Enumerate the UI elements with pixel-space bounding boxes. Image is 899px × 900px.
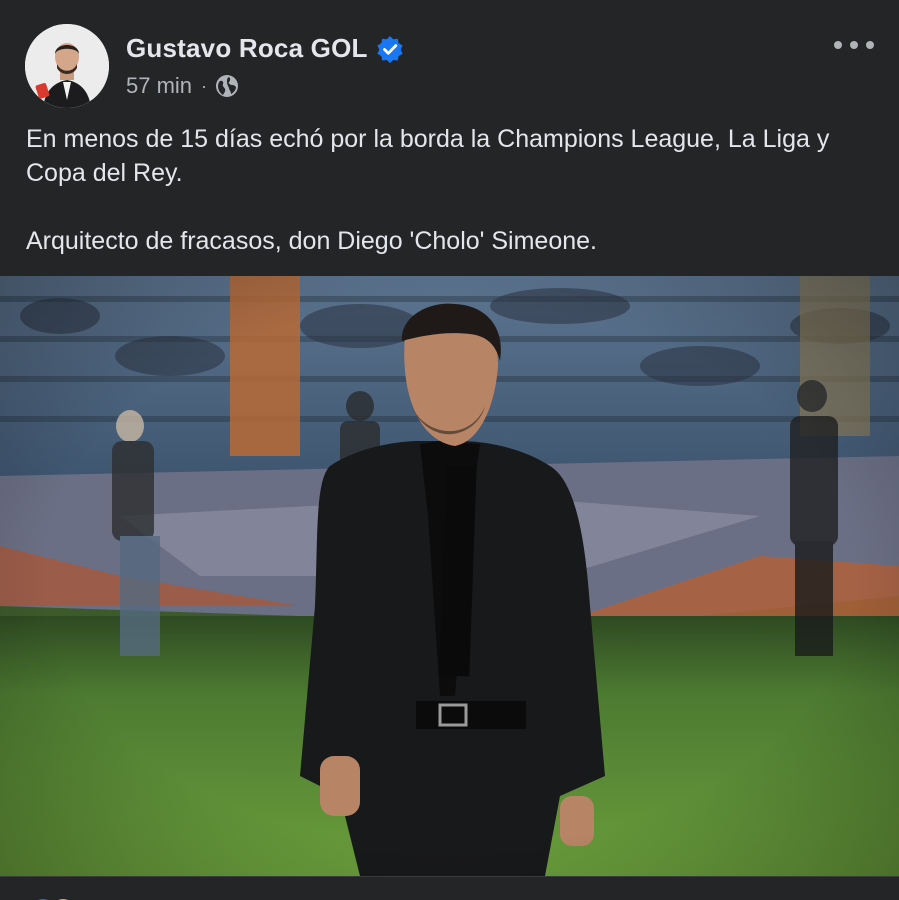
more-options-button[interactable] [834, 36, 874, 54]
more-options-dot [850, 41, 858, 49]
more-options-dot [834, 41, 842, 49]
post-timestamp[interactable]: 57 min [126, 73, 192, 99]
post-photo[interactable] [0, 276, 899, 876]
author-avatar[interactable] [25, 24, 109, 108]
photo-image [0, 276, 899, 876]
post-paragraph: En menos de 15 días echó por la borda la… [26, 125, 830, 187]
post-paragraph: Arquitecto de fracasos, don Diego 'Cholo… [26, 227, 597, 255]
avatar-image [25, 24, 109, 108]
meta-separator: · [201, 75, 208, 96]
facebook-post: Gustavo Roca GOL 57 min · En menos de 15… [0, 0, 899, 900]
globe-icon[interactable] [215, 74, 239, 98]
post-text: En menos de 15 días echó por la borda la… [26, 122, 876, 258]
post-header: Gustavo Roca GOL 57 min · [0, 0, 899, 112]
post-footer [0, 876, 899, 900]
more-options-dot [866, 41, 874, 49]
author-name[interactable]: Gustavo Roca GOL [126, 33, 368, 64]
post-meta: 57 min · [126, 72, 239, 100]
verified-badge-icon [377, 36, 403, 63]
